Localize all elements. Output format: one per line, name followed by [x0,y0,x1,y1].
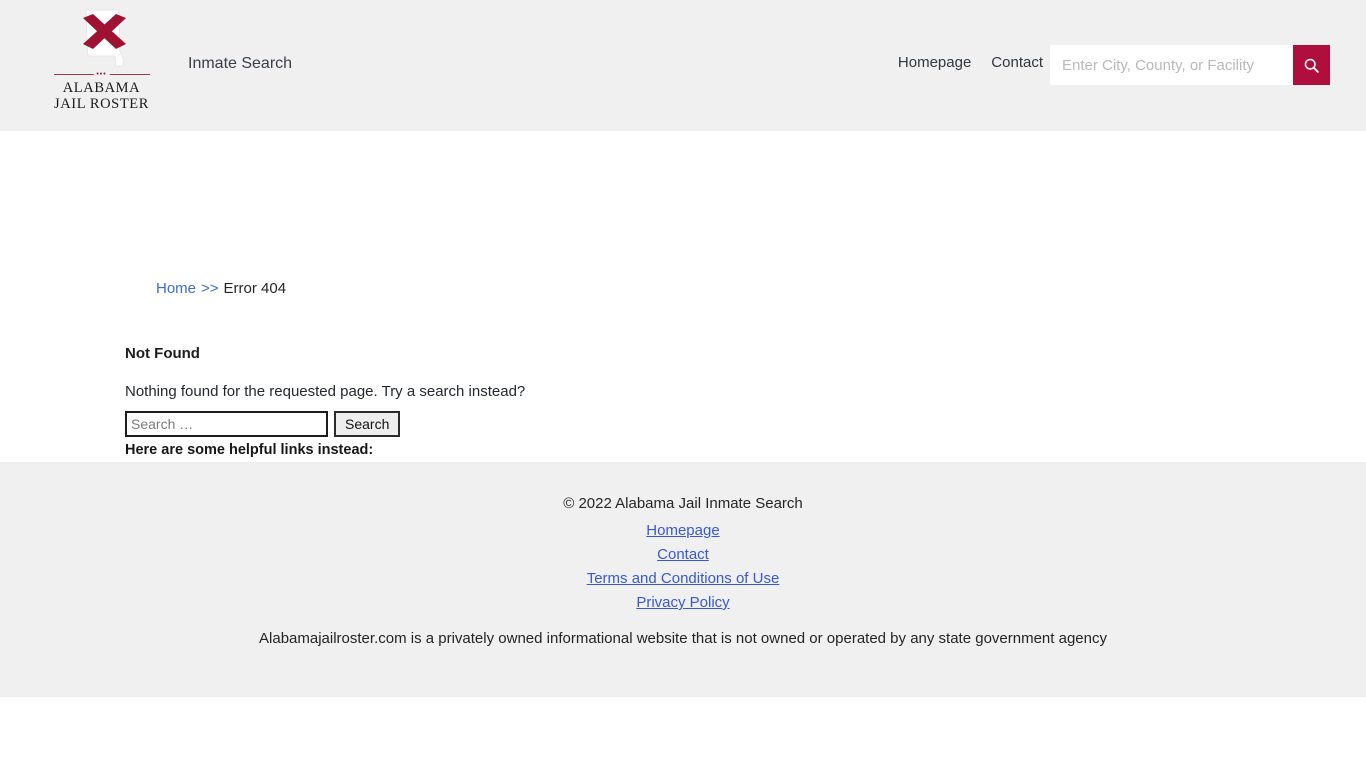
header-tagline: Inmate Search [188,55,293,72]
page-bottom-spacer [0,697,1366,768]
logo-divider: ••• [53,71,150,79]
footer-link-homepage[interactable]: Homepage [0,519,1366,543]
page-title: Not Found [125,345,200,363]
nav-link-contact[interactable]: Contact [991,54,1043,71]
content-search-input[interactable] [125,411,328,437]
footer-link-privacy[interactable]: Privacy Policy [0,591,1366,615]
footer-copyright: © 2022 Alabama Jail Inmate Search [563,495,803,512]
main-content: Home >> Error 404 Not Found Nothing found … [0,131,1366,516]
search-icon [1304,58,1319,73]
header-search [1050,45,1330,85]
logo-divider-dots: ••• [93,71,110,78]
header-nav: Homepage Contact [898,54,1043,71]
breadcrumb-current: Error 404 [223,280,287,297]
logo-line-1: ALABAMA [62,80,141,96]
alabama-state-x-logo-icon [66,8,138,70]
logo-line-2: JAIL ROSTER [53,96,150,112]
nav-link-homepage[interactable]: Homepage [898,54,971,71]
content-search-button[interactable]: Search [334,411,401,437]
site-logo[interactable]: ••• ALABAMA JAIL ROSTER [44,8,159,120]
content-search-form: Search [125,411,401,437]
logo-wordmark: ALABAMA JAIL ROSTER [44,80,159,112]
footer-links: Homepage Contact Terms and Conditions of… [0,519,1366,615]
site-footer: © 2022 Alabama Jail Inmate Search Homepa… [0,462,1366,697]
not-found-message: Nothing found for the requested page. Tr… [125,383,526,400]
breadcrumb: Home >> Error 404 [156,280,286,297]
header-search-input[interactable] [1050,45,1293,85]
breadcrumb-home-link[interactable]: Home [156,280,196,297]
site-header: ••• ALABAMA JAIL ROSTER Inmate Search Ho… [0,0,1366,131]
footer-link-terms[interactable]: Terms and Conditions of Use [0,567,1366,591]
header-search-button[interactable] [1293,45,1330,85]
footer-link-contact[interactable]: Contact [0,543,1366,567]
footer-disclaimer: Alabamajailroster.com is a privately own… [259,630,1107,647]
breadcrumb-separator: >> [201,280,219,297]
helpful-links-heading: Here are some helpful links instead: [125,442,374,458]
